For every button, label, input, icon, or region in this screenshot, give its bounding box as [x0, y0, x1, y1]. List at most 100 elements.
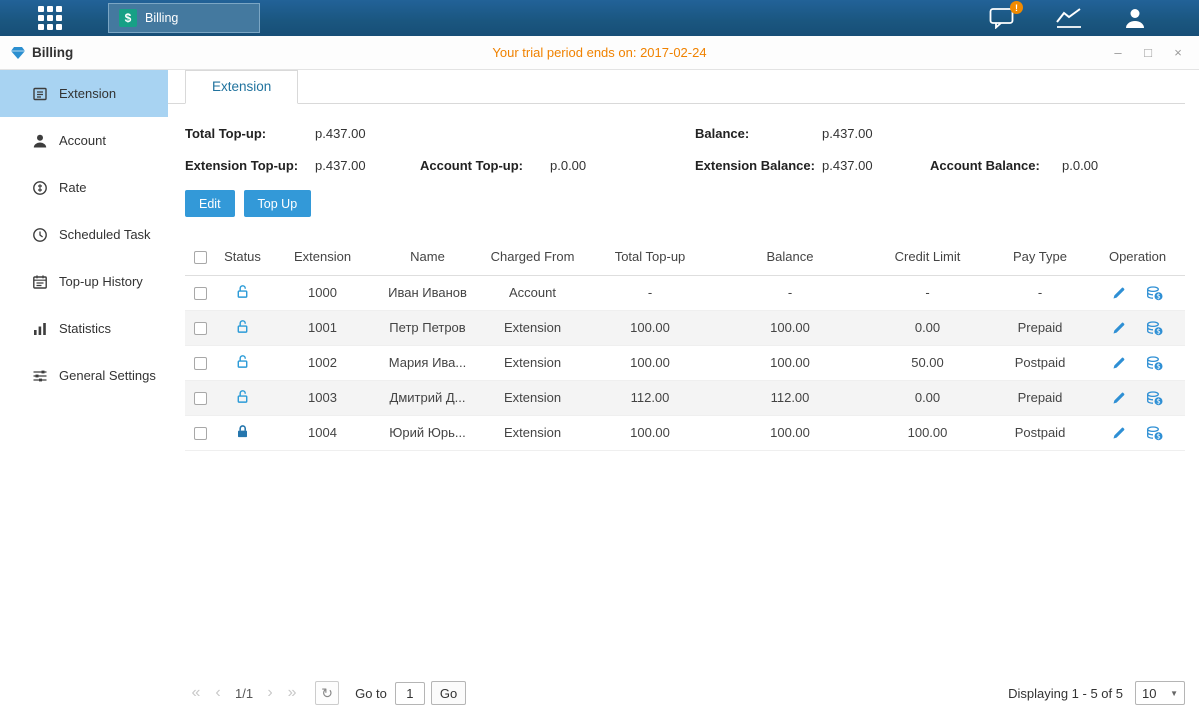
sidebar-item-label: Scheduled Task [59, 227, 151, 242]
user-account-icon[interactable] [1123, 7, 1147, 29]
billing-app-tab-label: Billing [145, 11, 178, 25]
table-row: 1003 Дмитрий Д... Extension 112.00 112.0… [185, 380, 1185, 415]
col-pay-type: Pay Type [990, 238, 1090, 275]
topup-icon[interactable]: $ [1146, 391, 1163, 406]
sidebar-item-extension[interactable]: Extension [0, 70, 168, 117]
total-topup-label: Total Top-up: [185, 126, 315, 141]
refresh-icon[interactable]: ↻ [315, 681, 339, 705]
app-launcher-icon[interactable] [38, 6, 62, 30]
svg-text:$: $ [1156, 327, 1160, 335]
reports-chart-icon[interactable] [1055, 7, 1083, 29]
cell-total-topup: 100.00 [585, 310, 715, 345]
col-operation: Operation [1090, 238, 1185, 275]
tab-extension[interactable]: Extension [185, 70, 298, 104]
status-locked-icon [235, 424, 250, 439]
goto-page-input[interactable] [395, 682, 425, 705]
topup-icon[interactable]: $ [1146, 426, 1163, 441]
cell-total-topup: 100.00 [585, 345, 715, 380]
notification-badge: ! [1010, 1, 1023, 14]
cell-name: Юрий Юрь... [375, 415, 480, 450]
sidebar-item-label: Extension [59, 86, 116, 101]
minimize-icon[interactable]: – [1111, 46, 1125, 59]
cell-extension: 1002 [270, 345, 375, 380]
billing-window: $ Billing ! [0, 0, 1199, 720]
last-page-icon[interactable]: » [281, 684, 303, 702]
prev-page-icon[interactable]: ‹ [207, 684, 229, 702]
billing-app-tab[interactable]: $ Billing [108, 3, 260, 33]
extension-table: Status Extension Name Charged From Total… [185, 238, 1185, 451]
balance-label: Balance: [695, 126, 822, 141]
edit-icon[interactable] [1112, 356, 1126, 370]
edit-icon[interactable] [1112, 321, 1126, 335]
account-icon [32, 133, 48, 149]
first-page-icon[interactable]: « [185, 684, 207, 702]
topbar-right-icons: ! [989, 7, 1147, 29]
svg-text:$: $ [1156, 292, 1160, 300]
row-checkbox[interactable] [194, 427, 207, 440]
select-all-checkbox[interactable] [194, 251, 207, 264]
edit-button[interactable]: Edit [185, 190, 235, 217]
content-inner: Total Top-up: p.437.00 Balance: p.437.00… [168, 104, 1199, 674]
row-checkbox[interactable] [194, 357, 207, 370]
row-checkbox[interactable] [194, 392, 207, 405]
row-checkbox[interactable] [194, 287, 207, 300]
total-topup-value: p.437.00 [315, 126, 420, 141]
sidebar-item-label: Rate [59, 180, 86, 195]
extension-icon [32, 86, 48, 102]
maximize-icon[interactable]: □ [1141, 46, 1155, 59]
dollar-icon: $ [119, 9, 137, 27]
sidebar-item-account[interactable]: Account [0, 117, 168, 164]
col-name: Name [375, 238, 480, 275]
top-up-button[interactable]: Top Up [244, 190, 312, 217]
col-extension: Extension [270, 238, 375, 275]
cell-charged-from: Extension [480, 310, 585, 345]
cell-extension: 1003 [270, 380, 375, 415]
cell-name: Иван Иванов [375, 275, 480, 310]
goto-label: Go to [355, 686, 387, 701]
account-topup-value: p.0.00 [550, 158, 695, 173]
cell-total-topup: 112.00 [585, 380, 715, 415]
edit-icon[interactable] [1112, 286, 1126, 300]
status-unlocked-icon [235, 284, 250, 299]
window-title: Billing [32, 45, 73, 60]
chevron-down-icon: ▼ [1170, 689, 1178, 698]
messages-icon[interactable]: ! [989, 7, 1015, 29]
rate-icon [32, 180, 48, 196]
topup-icon[interactable]: $ [1146, 286, 1163, 301]
edit-icon[interactable] [1112, 426, 1126, 440]
tabbar: Extension [168, 70, 1185, 104]
sidebar-item-label: Account [59, 133, 106, 148]
topup-icon[interactable]: $ [1146, 356, 1163, 371]
close-icon[interactable]: × [1171, 46, 1185, 59]
cell-total-topup: 100.00 [585, 415, 715, 450]
edit-icon[interactable] [1112, 391, 1126, 405]
cell-balance: 100.00 [715, 415, 865, 450]
col-balance: Balance [715, 238, 865, 275]
cell-pay-type: - [990, 275, 1090, 310]
sidebar-item-label: Statistics [59, 321, 111, 336]
clock-icon [32, 227, 48, 243]
go-button[interactable]: Go [431, 681, 466, 705]
row-checkbox[interactable] [194, 322, 207, 335]
summary-row-1: Total Top-up: p.437.00 Balance: p.437.00 [185, 126, 1185, 141]
sidebar-item-label: General Settings [59, 368, 156, 383]
account-balance-label: Account Balance: [930, 158, 1062, 173]
cell-charged-from: Extension [480, 345, 585, 380]
next-page-icon[interactable]: › [259, 684, 281, 702]
extension-table-body: 1000 Иван Иванов Account - - - - [185, 275, 1185, 450]
window-controls: – □ × [1111, 46, 1199, 59]
page-size-select[interactable]: 10 ▼ [1135, 681, 1185, 705]
cell-charged-from: Extension [480, 415, 585, 450]
cell-extension: 1001 [270, 310, 375, 345]
cell-pay-type: Prepaid [990, 310, 1090, 345]
sidebar-item-scheduled-task[interactable]: Scheduled Task [0, 211, 168, 258]
topup-icon[interactable]: $ [1146, 321, 1163, 336]
col-total-topup: Total Top-up [585, 238, 715, 275]
sidebar-item-rate[interactable]: Rate [0, 164, 168, 211]
sidebar-item-general-settings[interactable]: General Settings [0, 352, 168, 399]
cell-credit-limit: 0.00 [865, 310, 990, 345]
cell-name: Мария Ива... [375, 345, 480, 380]
calendar-icon [32, 274, 48, 290]
sidebar-item-statistics[interactable]: Statistics [0, 305, 168, 352]
sidebar-item-topup-history[interactable]: Top-up History [0, 258, 168, 305]
